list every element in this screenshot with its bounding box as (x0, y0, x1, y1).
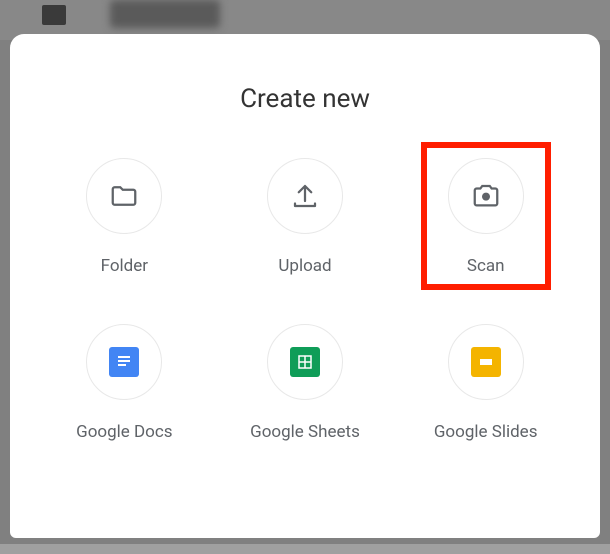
slides-icon (471, 347, 501, 377)
option-docs[interactable]: Google Docs (34, 324, 215, 442)
camera-icon (471, 181, 501, 211)
folder-icon-circle (86, 158, 162, 234)
folder-icon (109, 181, 139, 211)
option-sheets-label: Google Sheets (250, 422, 360, 442)
option-upload[interactable]: Upload (215, 158, 396, 276)
scan-icon-circle (448, 158, 524, 234)
option-sheets[interactable]: Google Sheets (215, 324, 396, 442)
options-grid: Folder Upload (10, 158, 600, 442)
sheets-icon-circle (267, 324, 343, 400)
docs-icon (109, 347, 139, 377)
sheets-icon (290, 347, 320, 377)
option-scan-label: Scan (467, 256, 505, 276)
option-slides[interactable]: Google Slides (395, 324, 576, 442)
upload-icon-circle (267, 158, 343, 234)
option-slides-label: Google Slides (434, 422, 538, 442)
docs-icon-circle (86, 324, 162, 400)
option-folder[interactable]: Folder (34, 158, 215, 276)
create-new-sheet: Create new Folder Up (10, 34, 600, 538)
upload-icon (290, 181, 320, 211)
option-docs-label: Google Docs (76, 422, 172, 442)
slides-icon-circle (448, 324, 524, 400)
bottom-bar (0, 544, 610, 554)
background-folder-icon (42, 5, 66, 25)
sheet-title: Create new (10, 84, 600, 114)
option-upload-label: Upload (278, 256, 331, 276)
option-folder-label: Folder (101, 256, 148, 276)
background-blur (110, 0, 220, 28)
option-scan[interactable]: Scan (395, 158, 576, 276)
